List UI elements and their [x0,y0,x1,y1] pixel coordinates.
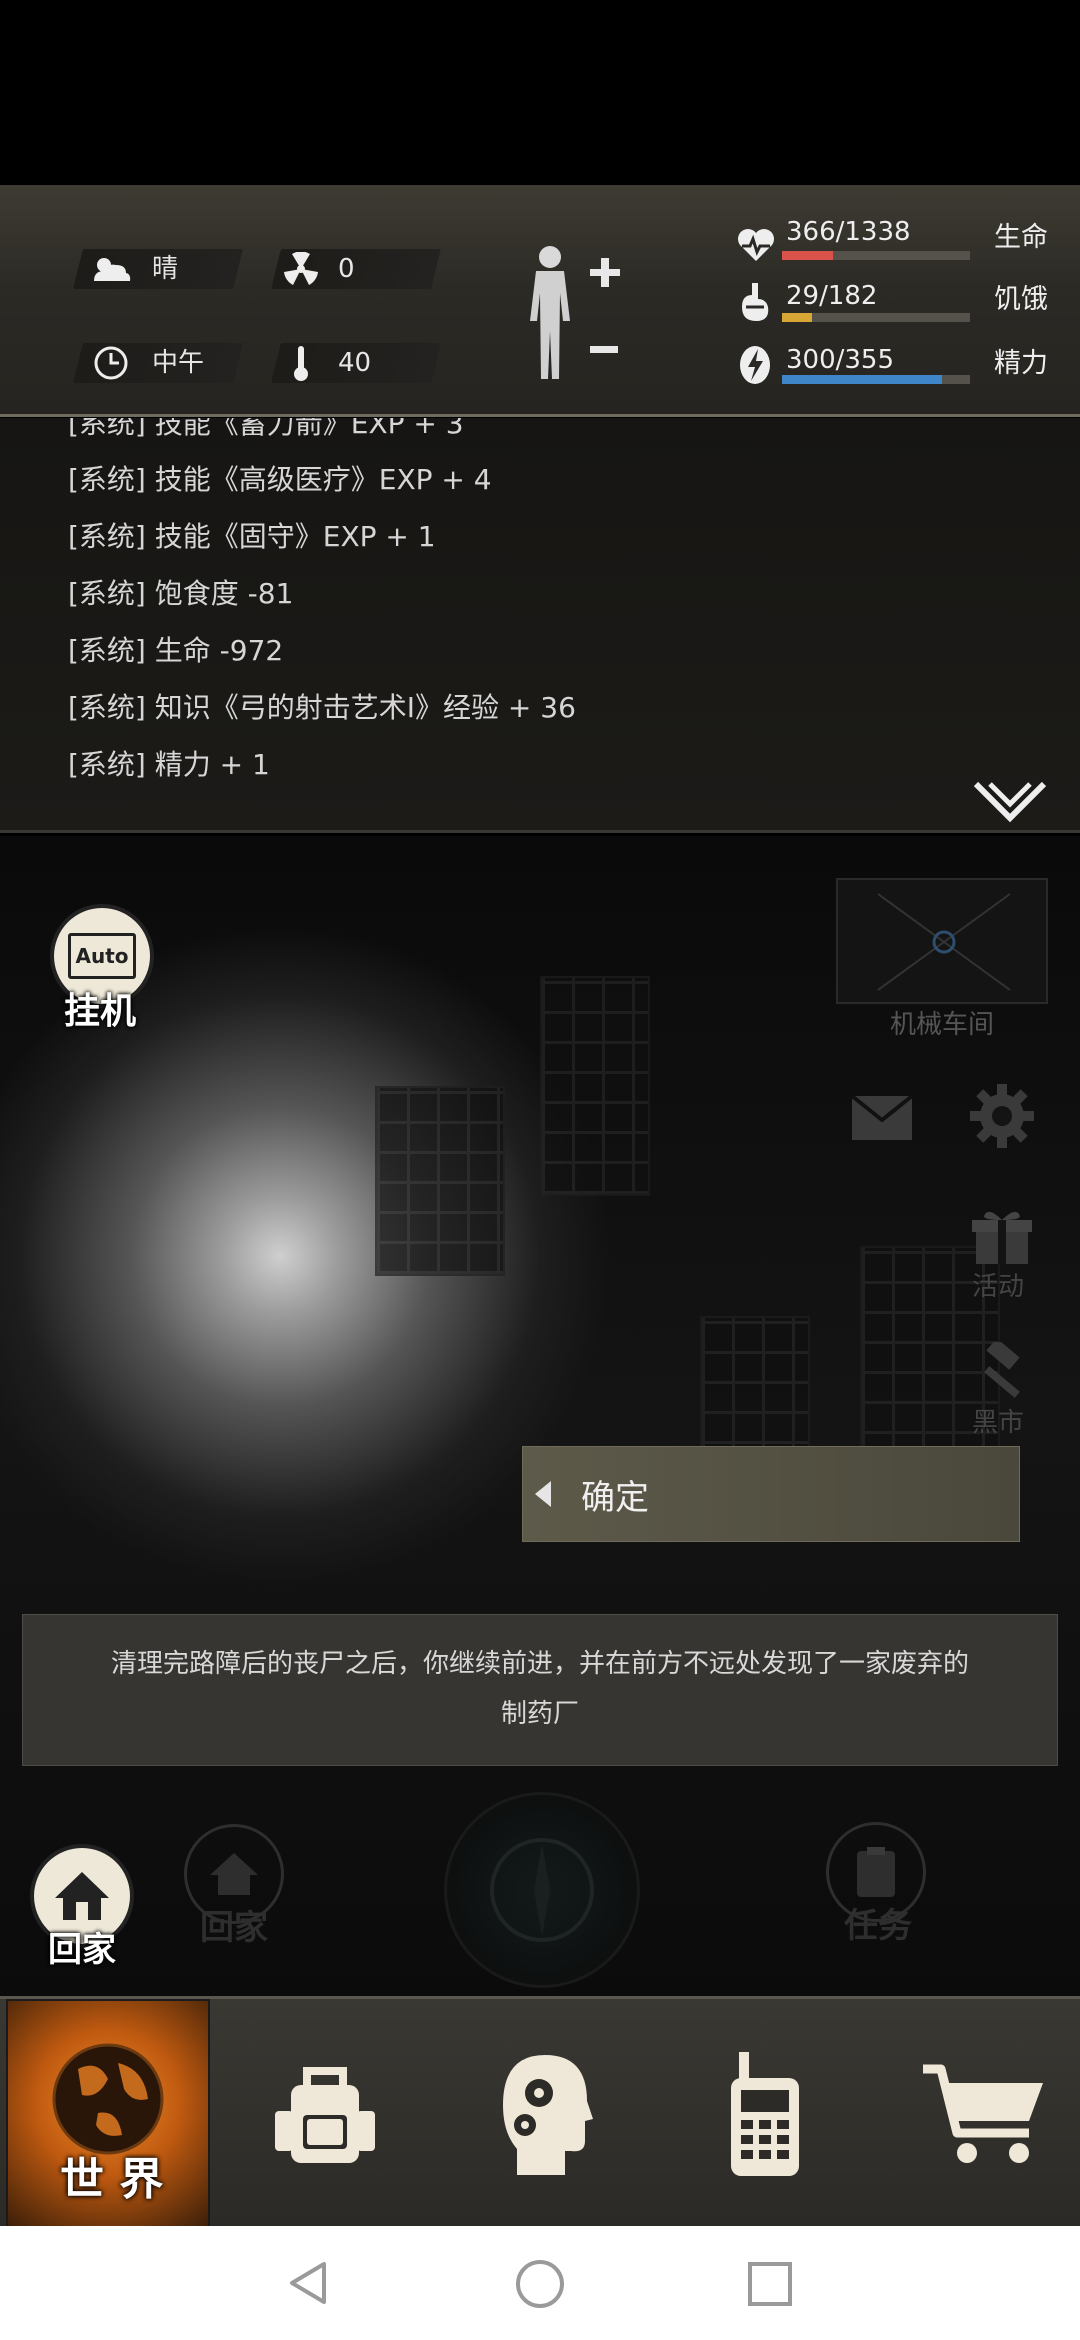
home-nav-button[interactable] [514,2258,566,2310]
gavel-icon [984,1338,1020,1398]
home-circle-icon [516,2260,564,2308]
stat-bar-fill [782,313,813,322]
thermometer-icon [278,343,324,383]
system-log-panel[interactable]: [系统] 技能《蓄力箭》EXP + 3 [系统] 技能《高级医疗》EXP + 4… [0,418,1080,833]
mail-button[interactable] [850,1094,914,1142]
back-button[interactable] [284,2258,334,2308]
log-line: [系统] 技能《蓄力箭》EXP + 3 [68,418,464,440]
energy-value: 300/355 [786,345,895,375]
story-line: 制药厂 [500,1699,579,1729]
nav-skills[interactable] [470,1999,620,2229]
nav-backpack[interactable] [250,1999,400,2229]
log-line: [系统] 生命 -972 [68,634,284,667]
house-icon [210,1853,258,1895]
stomach-icon [738,281,778,325]
workshop-label: 机械车间 [890,1010,995,1040]
clock-icon [88,343,134,383]
story-text-box: 清理完路障后的丧尸之后，你继续前进，并在前方不远处发现了一家废弃的 制药厂 [22,1614,1058,1766]
human-body-icon [530,246,620,379]
nav-shop[interactable] [900,1999,1070,2229]
hp-label: 生命 [994,222,1048,253]
energy-icon [738,343,778,387]
gift-icon [972,1211,1032,1264]
workshop-map-node[interactable] [836,878,1048,1004]
heart-icon [736,225,780,269]
black-market-label: 黑市 [972,1408,1025,1438]
home-faded-label: 回家 [200,1908,268,1948]
laptop-icon: Auto [68,933,136,979]
shopping-cart-icon [923,2064,1043,2163]
stat-bar-fill [782,251,833,260]
temperature-value: 40 [338,348,372,378]
compass-icon [490,1838,594,1942]
home-label: 回家 [48,1930,116,1970]
weather-cloud-icon [88,249,134,289]
story-line: 清理完路障后的丧尸之后，你继续前进，并在前方不远处发现了一家废弃的 [110,1649,969,1679]
task-label: 任务 [844,1906,912,1946]
background-window [540,976,650,1196]
backpack-icon [275,2067,375,2163]
head-gears-icon [503,2055,593,2175]
log-line: [系统] 精力 + 1 [68,748,270,781]
log-line: [系统] 技能《高级医疗》EXP + 4 [68,463,492,496]
energy-bar [782,375,970,384]
globe-icon [52,2043,164,2155]
house-icon [55,1872,109,1920]
background-window [375,1086,505,1276]
confirm-button[interactable]: 确定 [522,1446,1020,1542]
envelope-icon [850,1094,914,1140]
crosshair-icon [877,893,1011,991]
nav-world[interactable]: 世 界 [6,1999,210,2229]
hp-bar [782,251,970,260]
body-status-button[interactable] [520,243,630,383]
compass-button[interactable] [444,1792,640,1988]
weather-label: 晴 [152,254,179,284]
nav-radio[interactable] [690,1999,840,2229]
radiation-icon [278,249,324,289]
bottom-nav: 世 界 [0,1996,1080,2229]
game-scene[interactable]: Auto 挂机 机械车间 活动 黑市 回家 任务 回家 [0,836,1080,1996]
radiation-value: 0 [338,254,355,284]
double-chevron-down-icon [973,781,1047,823]
log-line: [系统] 技能《固守》EXP + 1 [68,520,436,553]
stat-bar-fill [782,375,942,384]
triangle-left-icon [535,1481,551,1507]
auto-label: Auto [75,944,129,968]
settings-button[interactable] [968,1082,1036,1150]
hunger-label: 饥饿 [994,284,1048,315]
walkie-talkie-icon [731,2052,799,2176]
black-market-button[interactable] [970,1338,1034,1402]
events-button[interactable] [970,1206,1034,1266]
gear-icon [970,1084,1034,1148]
confirm-label: 确定 [581,1477,649,1518]
energy-label: 精力 [994,348,1048,379]
hunger-bar [782,313,970,322]
idle-label: 挂机 [64,991,137,1032]
back-triangle-icon [290,2262,326,2304]
log-line: [系统] 饱食度 -81 [68,577,294,610]
hp-value: 366/1338 [786,217,911,247]
status-bar: 晴 0 中午 40 366/1338 生命 29/182 饥饿 300/355 … [0,185,1080,417]
system-nav-bar [0,2226,1080,2340]
clipboard-icon [857,1847,895,1897]
recents-button[interactable] [746,2260,794,2308]
recents-square-icon [748,2262,792,2306]
events-label: 活动 [972,1272,1025,1302]
world-label: 世 界 [60,2154,164,2205]
time-of-day-label: 中午 [152,348,205,378]
log-line: [系统] 知识《弓的射击艺术Ⅰ》经验 + 36 [68,691,576,724]
hunger-value: 29/182 [786,281,878,311]
expand-log-button[interactable] [972,778,1048,828]
